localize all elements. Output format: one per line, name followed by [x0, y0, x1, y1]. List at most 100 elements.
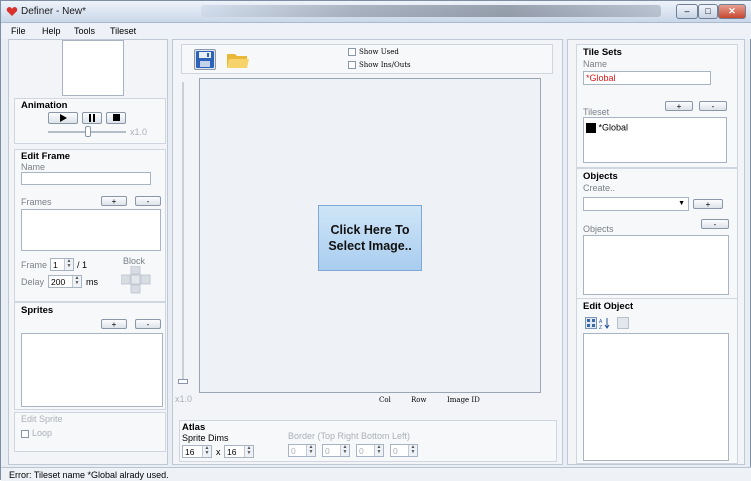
- border-bottom-value: 0: [359, 446, 364, 456]
- frame-spinner[interactable]: 1 ▲ ▼: [50, 258, 74, 271]
- menu-help[interactable]: Help: [42, 26, 61, 36]
- block-dpad-icon[interactable]: [121, 266, 151, 294]
- spinner-arrows-icon[interactable]: ▲ ▼: [202, 446, 211, 457]
- create-object-button[interactable]: +: [693, 199, 723, 209]
- create-object-dropdown[interactable]: ▼: [583, 197, 689, 211]
- sort-alphabetical-button[interactable]: AZ: [599, 317, 611, 331]
- show-inouts-box[interactable]: [348, 61, 356, 69]
- status-text: Error: Tileset name *Global alrady used.: [9, 470, 169, 480]
- spinner-arrows-icon[interactable]: ▲ ▼: [340, 445, 349, 456]
- select-image-button[interactable]: Click Here To Select Image..: [318, 205, 422, 271]
- border-right-spinner[interactable]: 0 ▲ ▼: [322, 444, 350, 457]
- edit-sprite-heading: Edit Sprite: [21, 414, 63, 424]
- menu-tools[interactable]: Tools: [74, 26, 95, 36]
- atlas-group: Atlas Sprite Dims 16 ▲ ▼ x 16 ▲ ▼ Border (…: [179, 420, 557, 462]
- sprite-width-spinner[interactable]: 16 ▲ ▼: [182, 445, 212, 458]
- border-top-value: 0: [291, 446, 296, 456]
- remove-object-button[interactable]: -: [701, 219, 729, 229]
- animation-group: Animation x1.0: [14, 98, 166, 144]
- menu-bar: File Help Tools Tileset: [1, 23, 751, 39]
- border-left-spinner[interactable]: 0 ▲ ▼: [390, 444, 418, 457]
- spinner-arrows-icon[interactable]: ▲ ▼: [64, 259, 73, 270]
- edit-frame-heading: Edit Frame: [21, 151, 71, 162]
- image-id-label: Image ID: [447, 396, 480, 404]
- remove-frame-button[interactable]: -: [135, 196, 161, 206]
- zoom-slider-thumb[interactable]: [178, 379, 188, 384]
- window-title: Definer - New*: [21, 6, 87, 17]
- categorized-view-button[interactable]: [585, 317, 597, 329]
- border-bottom-spinner[interactable]: 0 ▲ ▼: [356, 444, 384, 457]
- tileset-color-swatch: [586, 122, 596, 133]
- show-inouts-checkbox[interactable]: Show Ins/Outs: [348, 61, 411, 69]
- tileset-name-input[interactable]: *Global: [583, 71, 711, 85]
- sprite-dims-label: Sprite Dims: [182, 433, 229, 443]
- sprites-list[interactable]: [21, 333, 163, 407]
- remove-sprite-button[interactable]: -: [135, 319, 161, 329]
- add-frame-button[interactable]: +: [101, 196, 127, 206]
- add-tileset-button[interactable]: +: [665, 101, 693, 111]
- image-canvas[interactable]: Click Here To Select Image..: [199, 78, 541, 393]
- tileset-list-item[interactable]: *Global: [586, 122, 628, 133]
- zoom-slider-track[interactable]: [182, 82, 184, 382]
- sprite-height-spinner[interactable]: 16 ▲ ▼: [224, 445, 254, 458]
- spinner-arrows-icon[interactable]: ▲ ▼: [374, 445, 383, 456]
- objects-list[interactable]: [583, 235, 729, 295]
- frames-label: Frames: [21, 197, 52, 207]
- stop-button[interactable]: [106, 112, 126, 124]
- right-panel: Tile Sets Name *Global + - Tileset *Glob…: [567, 39, 745, 465]
- border-right-value: 0: [325, 446, 330, 456]
- animation-heading: Animation: [21, 100, 68, 111]
- pause-button[interactable]: [82, 112, 102, 124]
- left-panel: Animation x1.0 Edit Frame Name Frames + …: [8, 39, 168, 465]
- dims-times: x: [216, 447, 221, 457]
- app-window: Definer - New* – □ ✕ File Help Tools Til…: [0, 0, 751, 481]
- floppy-disk-icon: [196, 51, 214, 68]
- stop-icon: [112, 114, 120, 121]
- speed-slider-thumb[interactable]: [85, 126, 91, 137]
- frame-name-input[interactable]: [21, 172, 151, 185]
- minimize-button[interactable]: –: [676, 4, 698, 19]
- show-used-box[interactable]: [348, 48, 356, 56]
- objects-group: Objects Create.. ▼ + - Objects: [576, 168, 738, 302]
- save-button[interactable]: [194, 49, 216, 70]
- tileset-list[interactable]: *Global: [583, 117, 727, 163]
- border-top-spinner[interactable]: 0 ▲ ▼: [288, 444, 316, 457]
- spinner-arrows-icon[interactable]: ▲ ▼: [306, 445, 315, 456]
- frame-label: Frame: [21, 260, 48, 270]
- maximize-button[interactable]: □: [698, 4, 718, 19]
- spinner-arrows-icon[interactable]: ▲ ▼: [408, 445, 417, 456]
- remove-tileset-button[interactable]: -: [699, 101, 727, 111]
- property-pages-button[interactable]: [617, 317, 629, 329]
- add-sprite-button[interactable]: +: [101, 319, 127, 329]
- open-button[interactable]: [226, 50, 250, 70]
- show-used-label: Show Used: [359, 48, 399, 56]
- spinner-arrows-icon[interactable]: ▲ ▼: [72, 276, 81, 287]
- loop-label: Loop: [32, 428, 53, 438]
- loop-checkbox[interactable]: Loop: [21, 428, 52, 438]
- title-bar[interactable]: Definer - New* – □ ✕: [1, 1, 751, 23]
- chevron-down-icon[interactable]: ▼: [678, 200, 685, 207]
- row-label: Row: [411, 396, 427, 404]
- play-button[interactable]: [48, 112, 78, 124]
- frame-name-label: Name: [21, 162, 46, 172]
- frames-list[interactable]: [21, 209, 161, 251]
- toolbar: Show Used Show Ins/Outs: [181, 44, 553, 74]
- play-icon: [59, 114, 67, 122]
- property-grid[interactable]: [583, 333, 729, 461]
- delay-unit: ms: [86, 277, 98, 287]
- sprites-heading: Sprites: [21, 305, 54, 316]
- edit-object-heading: Edit Object: [583, 301, 634, 312]
- delay-label: Delay: [21, 277, 45, 287]
- loop-checkbox-box[interactable]: [21, 429, 29, 438]
- objects-heading: Objects: [583, 171, 618, 182]
- spinner-arrows-icon[interactable]: ▲ ▼: [244, 446, 253, 457]
- zoom-label: x1.0: [175, 394, 193, 404]
- delay-spinner[interactable]: 200 ▲ ▼: [48, 275, 82, 288]
- sprite-height-value: 16: [227, 447, 237, 457]
- menu-tileset[interactable]: Tileset: [110, 26, 136, 36]
- border-left-value: 0: [393, 446, 398, 456]
- show-used-checkbox[interactable]: Show Used: [348, 48, 399, 56]
- menu-file[interactable]: File: [11, 26, 26, 36]
- svg-text:Z: Z: [599, 325, 602, 329]
- close-button[interactable]: ✕: [718, 4, 746, 19]
